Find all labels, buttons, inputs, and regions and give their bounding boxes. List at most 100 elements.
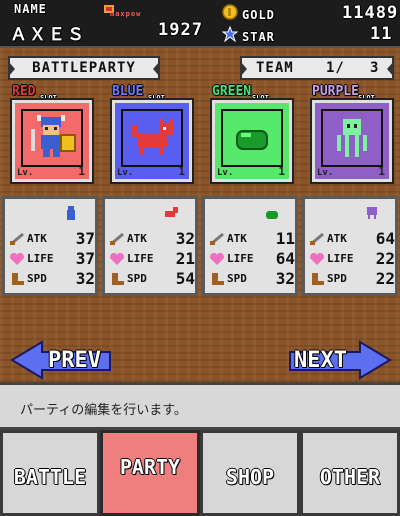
atk-value: 32 [175, 229, 195, 248]
stat-panel-blue: ATK 32 LIFE 21 SPD 54 [102, 196, 198, 296]
spd-label: SPD [127, 272, 147, 285]
next-label: NEXT [294, 348, 347, 373]
stat-row-spd: SPD 32 [209, 269, 295, 289]
slime-sprite [221, 109, 283, 167]
cat-sprite [121, 109, 183, 167]
prev-button[interactable]: PREV [10, 340, 120, 380]
heart-icon [109, 251, 125, 265]
heart-icon [9, 251, 25, 265]
team-total: 3 [370, 60, 380, 76]
slime-mini-icon [265, 205, 279, 219]
gold-value: 11489 [342, 3, 399, 23]
life-label: LIFE [327, 252, 354, 265]
life-value: 21 [175, 249, 195, 268]
life-label: LIFE [227, 252, 254, 265]
sword-icon [9, 231, 25, 246]
player-name: ＡＸＥＳ [10, 25, 86, 45]
level-label: Lv. [117, 168, 134, 178]
message-box: パーティの編集を行います。 [0, 382, 400, 430]
name-label: NAME [14, 2, 47, 16]
level-label: Lv. [317, 168, 334, 178]
slot-color-label: PURPLE [312, 84, 359, 99]
life-label: LIFE [127, 252, 154, 265]
sword-icon [109, 231, 125, 246]
atk-label: ATK [127, 232, 147, 245]
stat-panel-purple: ATK 64 LIFE 22 SPD 22 [302, 196, 398, 296]
stat-row-atk: ATK 37 [9, 229, 95, 249]
star-icon [221, 25, 239, 43]
tab-other[interactable]: OTHER [300, 430, 400, 516]
maxpow-label: maxpow [110, 10, 142, 18]
tab-battle[interactable]: BATTLE [0, 430, 100, 516]
heart-icon [309, 251, 325, 265]
star-value: 11 [370, 24, 393, 44]
level-value: 1 [278, 165, 285, 178]
team-current: 1/ [326, 60, 345, 76]
team-label: TEAM [256, 60, 294, 76]
level-value: 1 [178, 165, 185, 178]
gold-label: GOLD [242, 8, 275, 22]
slot-card[interactable]: Lv. 1 [310, 98, 394, 184]
cat-mini-icon [163, 205, 179, 219]
gold-coin-icon [222, 4, 238, 20]
stat-panel-green: ATK 11 LIFE 64 SPD 32 [202, 196, 298, 296]
stat-panel-red: ATK 37 LIFE 37 SPD 32 [2, 196, 98, 296]
stat-row-atk: ATK 32 [109, 229, 195, 249]
life-value: 64 [275, 249, 295, 268]
level-label: Lv. [217, 168, 234, 178]
bottom-tab-bar: BATTLE PARTY SHOP OTHER [0, 430, 400, 516]
stat-row-atk: ATK 11 [209, 229, 295, 249]
tab-label: BATTLE [13, 465, 87, 489]
message-text: パーティの編集を行います。 [20, 403, 187, 418]
status-header: NAME ＡＸＥＳ maxpow 1927 GOLD 11489 STAR 11 [0, 0, 400, 48]
stat-row-life: LIFE 64 [209, 249, 295, 269]
life-value: 37 [75, 249, 95, 268]
sword-icon [209, 231, 225, 246]
heart-icon [209, 251, 225, 265]
boot-icon [209, 271, 225, 285]
battleparty-banner: BATTLEPARTY [8, 56, 160, 80]
slot-color-label: RED [12, 84, 36, 99]
tab-party[interactable]: PARTY [100, 430, 200, 516]
tab-label: OTHER [319, 465, 381, 489]
star-label: STAR [242, 30, 275, 44]
slot-card[interactable]: Lv. 1 [210, 98, 294, 184]
sword-icon [309, 231, 325, 246]
boot-icon [309, 271, 325, 285]
atk-value: 37 [75, 229, 95, 248]
spd-value: 22 [375, 269, 395, 288]
maxpow-value: 1927 [158, 20, 203, 40]
knight-sprite [21, 109, 83, 167]
knight-mini-icon [65, 205, 77, 220]
slot-color-label: GREEN [212, 84, 252, 99]
slot-card[interactable]: Lv. 1 [110, 98, 194, 184]
boot-icon [9, 271, 25, 285]
ghost-mini-icon [365, 205, 379, 219]
life-value: 22 [375, 249, 395, 268]
spd-value: 32 [275, 269, 295, 288]
spd-label: SPD [327, 272, 347, 285]
stat-row-spd: SPD 32 [9, 269, 95, 289]
tab-label: SHOP [225, 465, 275, 489]
spd-label: SPD [27, 272, 47, 285]
stat-row-spd: SPD 54 [109, 269, 195, 289]
life-label: LIFE [27, 252, 54, 265]
stat-row-life: LIFE 22 [309, 249, 395, 269]
stat-row-spd: SPD 22 [309, 269, 395, 289]
stat-row-life: LIFE 21 [109, 249, 195, 269]
stat-row-life: LIFE 37 [9, 249, 95, 269]
level-value: 1 [78, 165, 85, 178]
level-label: Lv. [17, 168, 34, 178]
level-value: 1 [378, 165, 385, 178]
slot-card[interactable]: Lv. 1 [10, 98, 94, 184]
stat-row-atk: ATK 64 [309, 229, 395, 249]
ghost-sprite [321, 109, 383, 167]
slot-color-label: BLUE [112, 84, 144, 99]
atk-value: 64 [375, 229, 395, 248]
tab-shop[interactable]: SHOP [200, 430, 300, 516]
atk-label: ATK [227, 232, 247, 245]
team-banner[interactable]: TEAM 1/ 3 [240, 56, 394, 80]
spd-value: 32 [75, 269, 95, 288]
next-button[interactable]: NEXT [280, 340, 392, 380]
boot-icon [109, 271, 125, 285]
